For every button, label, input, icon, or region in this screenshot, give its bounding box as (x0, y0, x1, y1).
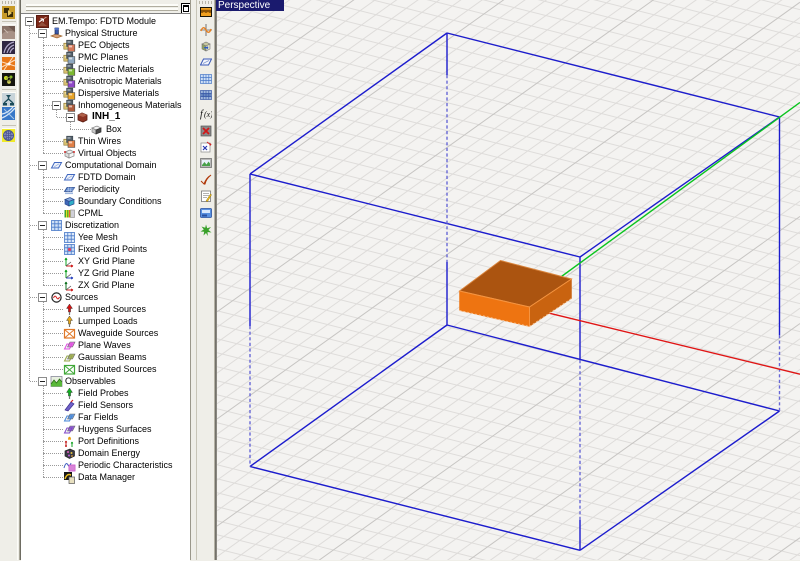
svg-text:(x): (x) (204, 110, 212, 119)
